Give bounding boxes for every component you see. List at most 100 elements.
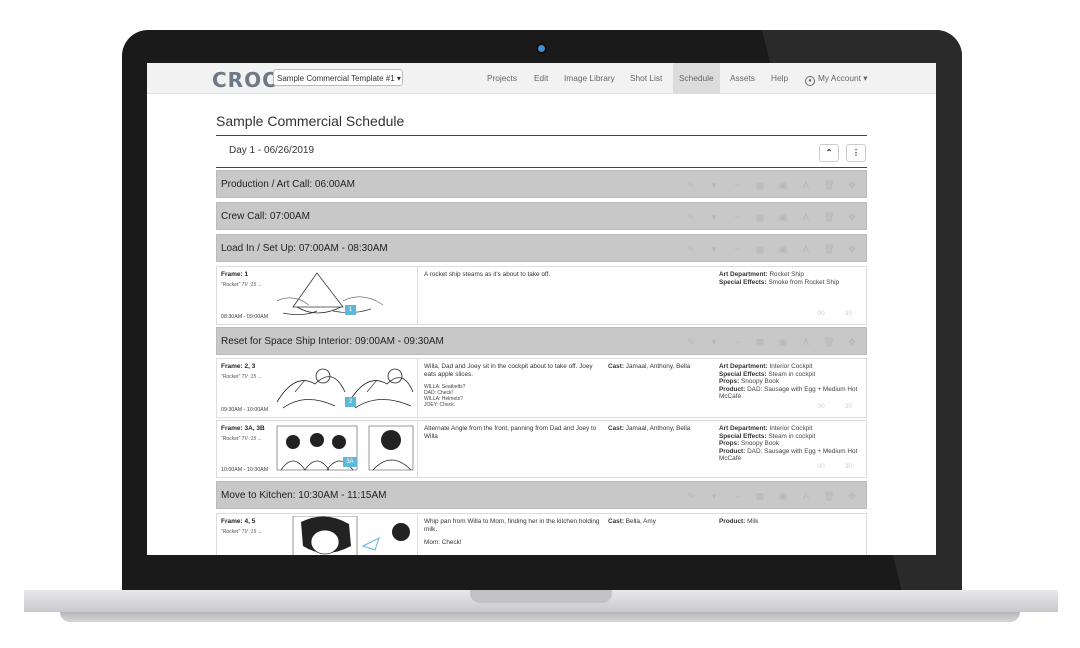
minus-icon[interactable]: − [731, 490, 743, 502]
minus-icon[interactable]: − [731, 211, 743, 223]
move-icon[interactable]: ✥ [846, 179, 858, 191]
frame-number-badge: 3A [343, 457, 357, 467]
schedule-bar[interactable]: Production / Art Call: 06:00AM ✎ ▾ − ▦ ▣ A 🗑 ✥ [216, 170, 867, 198]
shot-description: Whip pan from Willa to Mom, finding her … [424, 518, 604, 547]
grid-icon[interactable]: ▦ [754, 490, 766, 502]
move-icon[interactable]: ✥ [846, 243, 858, 255]
bar-label: Crew Call: 07:00AM [221, 211, 310, 222]
image-icon[interactable]: ▣ [777, 179, 789, 191]
schedule-bar[interactable]: Move to Kitchen: 10:30AM - 11:15AM ✎ ▾ − ▦ ▣… [216, 481, 867, 509]
font-icon[interactable]: A [800, 179, 812, 191]
minus-icon[interactable]: − [731, 243, 743, 255]
duration-seconds: 30 [844, 463, 852, 470]
dept-line: Special Effects: Steam in cockpit [719, 371, 864, 379]
chevron-down-icon[interactable]: ▾ [708, 211, 720, 223]
nav-projects[interactable]: Projects [487, 63, 517, 93]
frame-number-badge: 2 [345, 397, 356, 407]
nav-shot-list[interactable]: Shot List [630, 63, 662, 93]
nav-my-account[interactable]: ● My Account ▾ [805, 63, 867, 93]
logo[interactable]: CROO [212, 68, 280, 92]
pencil-icon[interactable]: ✎ [685, 243, 697, 255]
schedule-bar[interactable]: Crew Call: 07:00AM ✎ ▾ − ▦ ▣ A 🗑 ✥ [216, 202, 867, 230]
dept-key: Special Effects: [719, 432, 767, 440]
dept-key: Product: [719, 518, 746, 525]
duration-minutes: 00 [817, 463, 825, 470]
move-icon[interactable]: ✥ [846, 211, 858, 223]
chevron-down-icon[interactable]: ▾ [708, 243, 720, 255]
dialog-line: JOEY: Check. [424, 402, 456, 408]
nav-image-library[interactable]: Image Library [564, 63, 615, 93]
chevron-down-icon[interactable]: ▾ [708, 336, 720, 348]
move-icon[interactable]: ✥ [846, 336, 858, 348]
grid-icon[interactable]: ▦ [754, 211, 766, 223]
move-icon[interactable]: ✥ [846, 490, 858, 502]
minus-icon[interactable]: − [731, 336, 743, 348]
frame-label: Frame: 4, 5 [221, 518, 256, 525]
minus-icon[interactable]: − [731, 179, 743, 191]
font-icon[interactable]: A [800, 211, 812, 223]
dept-value: Snoopy Book [741, 440, 780, 447]
storyboard-rocket-sketch [276, 272, 384, 315]
bar-label: Reset for Space Ship Interior: 09:00AM -… [221, 336, 444, 347]
shot-row[interactable]: Frame: 3A, 3B "Rocket" TV :15 ... 10:00A… [216, 420, 867, 478]
trash-icon[interactable]: 🗑 [823, 336, 835, 348]
image-icon[interactable]: ▣ [777, 243, 789, 255]
schedule-bar[interactable]: Load In / Set Up: 07:00AM - 08:30AM ✎ ▾ − ▦… [216, 234, 867, 262]
trash-icon[interactable]: 🗑 [823, 490, 835, 502]
font-icon[interactable]: A [800, 490, 812, 502]
image-icon[interactable]: ▣ [777, 211, 789, 223]
dept-line: Art Department: Interior Cockpit [719, 425, 864, 433]
frame-subtitle: "Rocket" TV :15 ... [221, 282, 262, 288]
shot-row[interactable]: Frame: 4, 5 "Rocket" TV :15 ... 4 Whip p… [216, 513, 867, 555]
collapse-day-button[interactable]: ⌃ [819, 144, 839, 162]
frame-column: Frame: 1 "Rocket" TV :15 ... 08:30AM - 0… [217, 267, 418, 324]
pencil-icon[interactable]: ✎ [685, 490, 697, 502]
dept-key: Product: [719, 447, 746, 455]
nav-edit[interactable]: Edit [534, 63, 548, 93]
nav-schedule[interactable]: Schedule [673, 63, 720, 93]
laptop-notch [470, 590, 612, 603]
shot-departments: Art Department: Rocket Ship Special Effe… [719, 271, 864, 286]
trash-icon[interactable]: 🗑 [823, 179, 835, 191]
duration-seconds: 30 [844, 403, 852, 410]
dialog-lines: WILLA: Seatbelts? DAD: Check! WILLA: Hel… [424, 384, 604, 408]
pencil-icon[interactable]: ✎ [685, 336, 697, 348]
schedule-bar[interactable]: Reset for Space Ship Interior: 09:00AM -… [216, 327, 867, 355]
nav-assets[interactable]: Assets [730, 63, 755, 93]
bar-label: Move to Kitchen: 10:30AM - 11:15AM [221, 490, 387, 501]
vertical-dots-icon: ⋮ [852, 148, 860, 157]
user-icon: ● [805, 76, 815, 86]
frame-label: Frame: 2, 3 [221, 363, 256, 370]
shot-description: A rocket ship steams as it's about to ta… [424, 271, 551, 278]
shot-durations: 00 30 [818, 310, 852, 317]
image-icon[interactable]: ▣ [777, 336, 789, 348]
day-menu-button[interactable]: ⋮ [846, 144, 866, 162]
nav-help[interactable]: Help [771, 63, 788, 93]
duration-minutes: 00 [817, 310, 825, 317]
day-label: Day 1 - 06/26/2019 [229, 145, 315, 156]
chevron-down-icon[interactable]: ▾ [708, 179, 720, 191]
shot-cast: Cast: Bella, Amy [608, 518, 716, 526]
image-icon[interactable]: ▣ [777, 490, 789, 502]
cast-value: Jamaal, Anthony, Bella [625, 425, 691, 432]
cast-key: Cast: [608, 518, 624, 525]
font-icon[interactable]: A [800, 243, 812, 255]
pencil-icon[interactable]: ✎ [685, 211, 697, 223]
grid-icon[interactable]: ▦ [754, 179, 766, 191]
trash-icon[interactable]: 🗑 [823, 211, 835, 223]
shot-row[interactable]: Frame: 2, 3 "Rocket" TV :15 ... 09:30AM … [216, 358, 867, 418]
description-text: Willa, Dad and Joey sit in the cockpit a… [424, 363, 593, 378]
dept-value: Steam in cockpit [768, 370, 816, 378]
trash-icon[interactable]: 🗑 [823, 243, 835, 255]
chevron-up-icon: ⌃ [825, 148, 833, 157]
shot-durations: 00 30 [818, 463, 852, 470]
pencil-icon[interactable]: ✎ [685, 179, 697, 191]
laptop-base-bottom [60, 612, 1020, 622]
grid-icon[interactable]: ▦ [754, 243, 766, 255]
font-icon[interactable]: A [800, 336, 812, 348]
shot-durations: 00 30 [818, 403, 852, 410]
project-select[interactable]: Sample Commercial Template #1 ▾ [273, 69, 403, 86]
grid-icon[interactable]: ▦ [754, 336, 766, 348]
shot-row[interactable]: Frame: 1 "Rocket" TV :15 ... 08:30AM - 0… [216, 266, 867, 325]
chevron-down-icon[interactable]: ▾ [708, 490, 720, 502]
